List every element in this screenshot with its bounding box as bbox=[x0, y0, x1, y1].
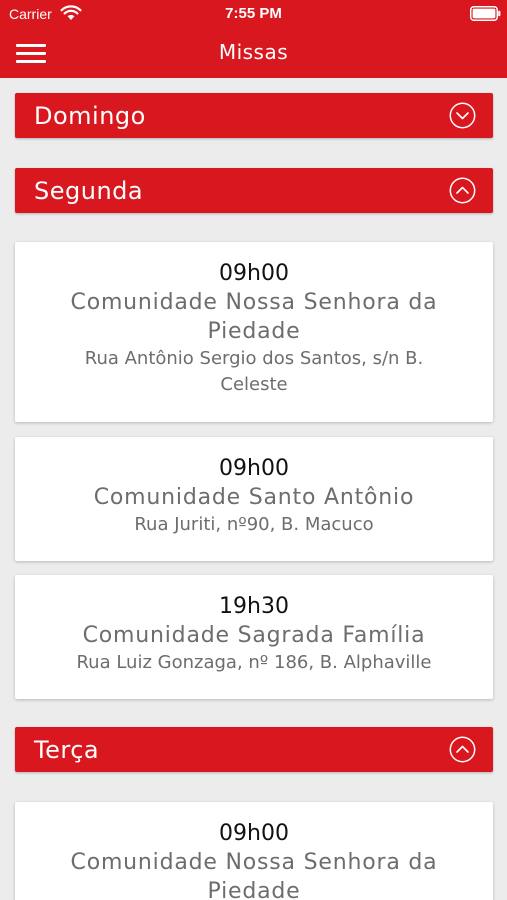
navigation-bar: Missas bbox=[0, 28, 507, 78]
page-title: Missas bbox=[218, 40, 289, 64]
day-label: Terça bbox=[34, 736, 100, 764]
mass-time: 09h00 bbox=[219, 456, 289, 481]
status-time: 7:55 PM bbox=[225, 5, 282, 22]
mass-community: Comunidade Nossa Senhora da Piedade bbox=[70, 850, 438, 900]
mass-community: Comunidade Nossa Senhora da Piedade bbox=[70, 290, 438, 344]
battery-icon bbox=[470, 6, 501, 21]
mass-address: Rua Luiz Gonzaga, nº 186, B. Alphaville bbox=[76, 652, 432, 673]
mass-card[interactable]: 09h00 Comunidade Nossa Senhora da Piedad… bbox=[15, 242, 493, 422]
mass-address: Rua Antônio Sergio dos Santos, s/n B. Ce… bbox=[84, 348, 424, 395]
status-bar: Carrier 7:55 PM bbox=[0, 0, 507, 28]
day-header-terca[interactable]: Terça bbox=[15, 727, 493, 772]
day-header-domingo[interactable]: Domingo bbox=[15, 93, 493, 138]
day-header-segunda[interactable]: Segunda bbox=[15, 168, 493, 213]
chevron-up-circle-icon bbox=[449, 177, 476, 204]
mass-time: 09h00 bbox=[219, 261, 289, 286]
day-label: Segunda bbox=[34, 177, 144, 205]
chevron-down-circle-icon bbox=[449, 102, 476, 129]
masses-list[interactable]: Domingo Segunda 09h00 Comunidade Nossa S… bbox=[0, 78, 507, 900]
mass-address: Rua Juriti, nº90, B. Macuco bbox=[134, 514, 374, 535]
mass-community: Comunidade Sagrada Família bbox=[82, 623, 426, 648]
mass-community: Comunidade Santo Antônio bbox=[93, 485, 415, 510]
mass-card[interactable]: 19h30 Comunidade Sagrada Família Rua Lui… bbox=[15, 575, 493, 699]
day-label: Domingo bbox=[34, 102, 146, 130]
mass-time: 09h00 bbox=[219, 821, 289, 846]
mass-card[interactable]: 09h00 Comunidade Santo Antônio Rua Jurit… bbox=[15, 437, 493, 561]
mass-card[interactable]: 09h00 Comunidade Nossa Senhora da Piedad… bbox=[15, 802, 493, 900]
chevron-up-circle-icon bbox=[449, 736, 476, 763]
mass-time: 19h30 bbox=[219, 594, 289, 619]
